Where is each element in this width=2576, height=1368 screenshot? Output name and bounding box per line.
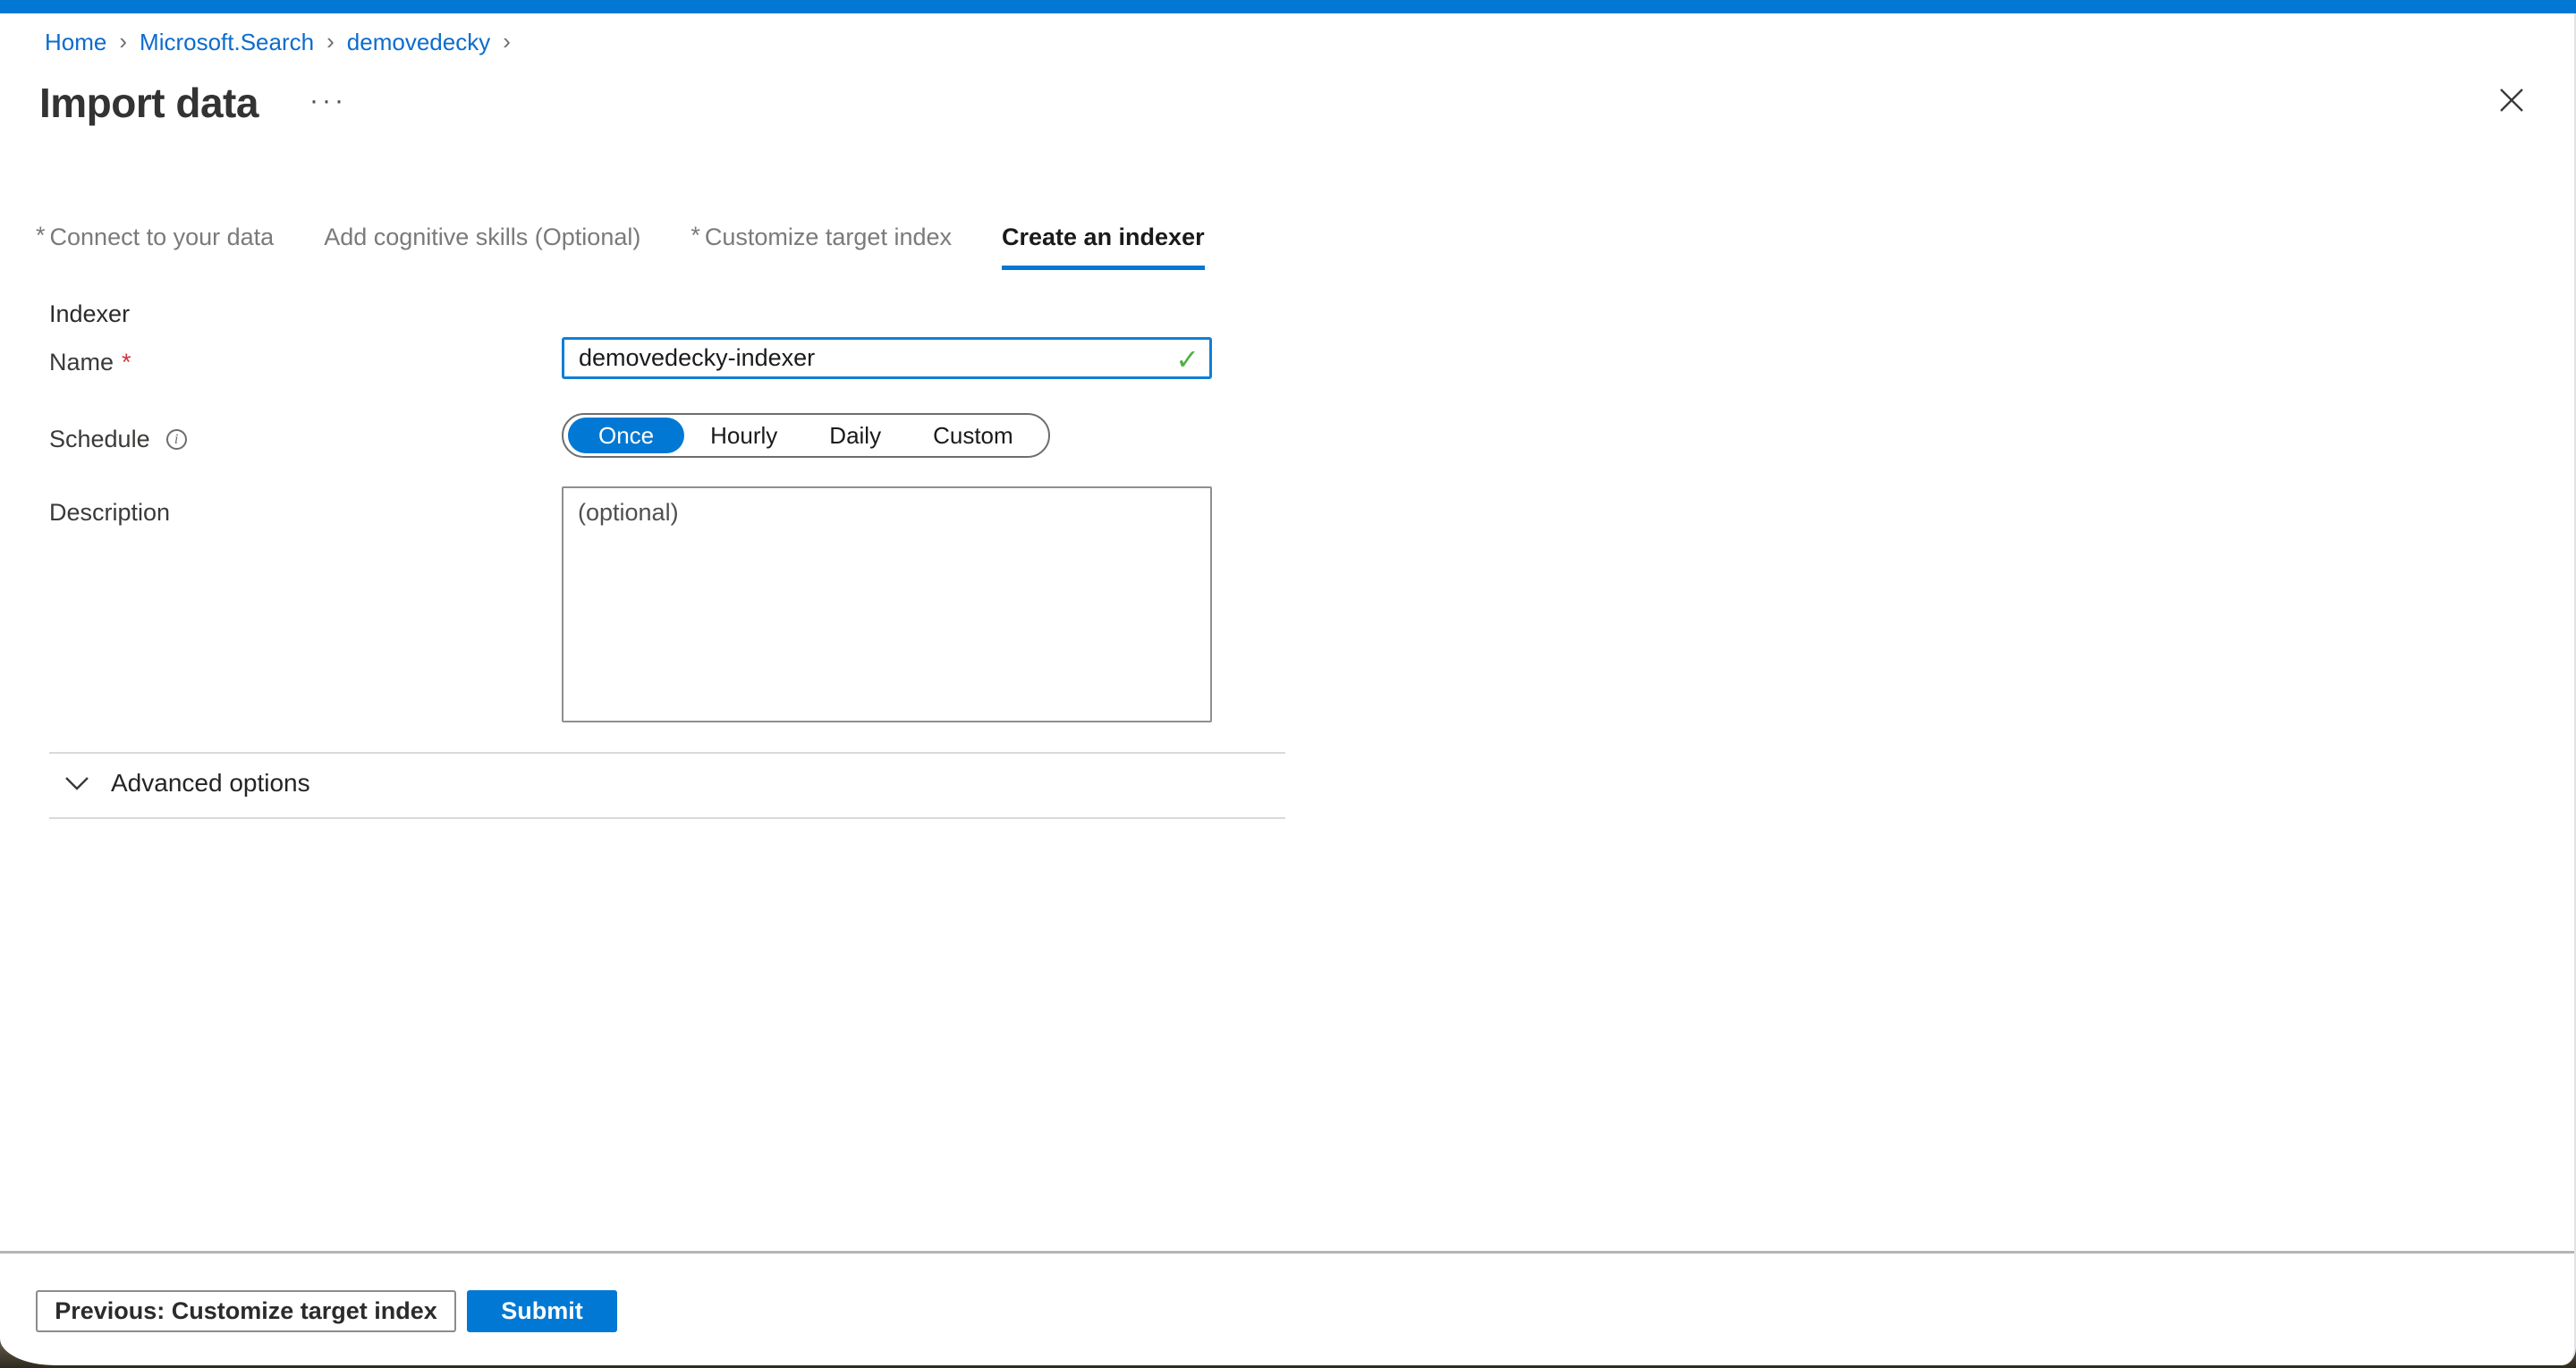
breadcrumb-separator-icon: › — [503, 28, 511, 55]
divider — [49, 817, 1285, 819]
advanced-options-label: Advanced options — [111, 769, 310, 798]
close-icon — [2498, 87, 2525, 114]
description-label: Description — [49, 499, 170, 527]
divider — [49, 752, 1285, 754]
indexer-name-input[interactable] — [562, 337, 1212, 379]
breadcrumb-microsoft-search[interactable]: Microsoft.Search — [140, 29, 314, 56]
tab-label: Add cognitive skills (Optional) — [324, 224, 640, 250]
schedule-label-text: Schedule — [49, 426, 150, 453]
name-field-wrapper: ✓ — [562, 337, 1212, 379]
name-label-text: Name — [49, 349, 114, 376]
tab-label: Create an indexer — [1002, 224, 1205, 250]
top-accent-bar — [0, 0, 2576, 13]
breadcrumb-home[interactable]: Home — [45, 29, 106, 56]
tab-label: Customize target index — [705, 224, 952, 250]
description-label-text: Description — [49, 499, 170, 527]
schedule-option-once[interactable]: Once — [568, 418, 684, 453]
schedule-toggle-group: Once Hourly Daily Custom — [562, 413, 1050, 458]
required-asterisk: * — [122, 349, 131, 376]
tab-connect-to-your-data[interactable]: *Connect to your data — [36, 224, 274, 270]
breadcrumb-separator-icon: › — [326, 28, 335, 55]
wizard-tabs: *Connect to your data Add cognitive skil… — [36, 224, 1205, 270]
schedule-option-daily[interactable]: Daily — [803, 418, 907, 453]
tab-create-an-indexer[interactable]: Create an indexer — [1002, 224, 1205, 270]
submit-button[interactable]: Submit — [467, 1290, 617, 1332]
breadcrumb: Home › Microsoft.Search › demovedecky › — [45, 29, 511, 56]
screen: Home › Microsoft.Search › demovedecky › … — [0, 0, 2576, 1368]
previous-step-button[interactable]: Previous: Customize target index — [36, 1290, 456, 1332]
tab-required-mark: * — [36, 222, 46, 249]
close-button[interactable] — [2494, 82, 2529, 118]
advanced-options-toggle[interactable]: Advanced options — [64, 769, 310, 798]
schedule-option-hourly[interactable]: Hourly — [684, 418, 803, 453]
name-label: Name * — [49, 349, 131, 376]
more-options-icon[interactable]: ··· — [309, 86, 347, 116]
description-textarea[interactable] — [562, 486, 1212, 722]
schedule-label: Schedule i — [49, 426, 187, 453]
import-data-panel: Home › Microsoft.Search › demovedecky › … — [0, 0, 2576, 1365]
info-icon[interactable]: i — [166, 429, 187, 450]
tab-customize-target-index[interactable]: *Customize target index — [691, 224, 952, 270]
page-title: Import data — [39, 79, 258, 127]
footer-divider — [0, 1251, 2574, 1254]
tab-add-cognitive-skills[interactable]: Add cognitive skills (Optional) — [324, 224, 640, 270]
breadcrumb-separator-icon: › — [119, 28, 127, 55]
schedule-option-custom[interactable]: Custom — [907, 418, 1039, 453]
tab-label: Connect to your data — [50, 224, 275, 250]
tab-required-mark: * — [691, 222, 700, 249]
breadcrumb-demovedecky[interactable]: demovedecky — [347, 29, 490, 56]
chevron-down-icon — [64, 776, 89, 790]
section-title-indexer: Indexer — [49, 300, 130, 328]
